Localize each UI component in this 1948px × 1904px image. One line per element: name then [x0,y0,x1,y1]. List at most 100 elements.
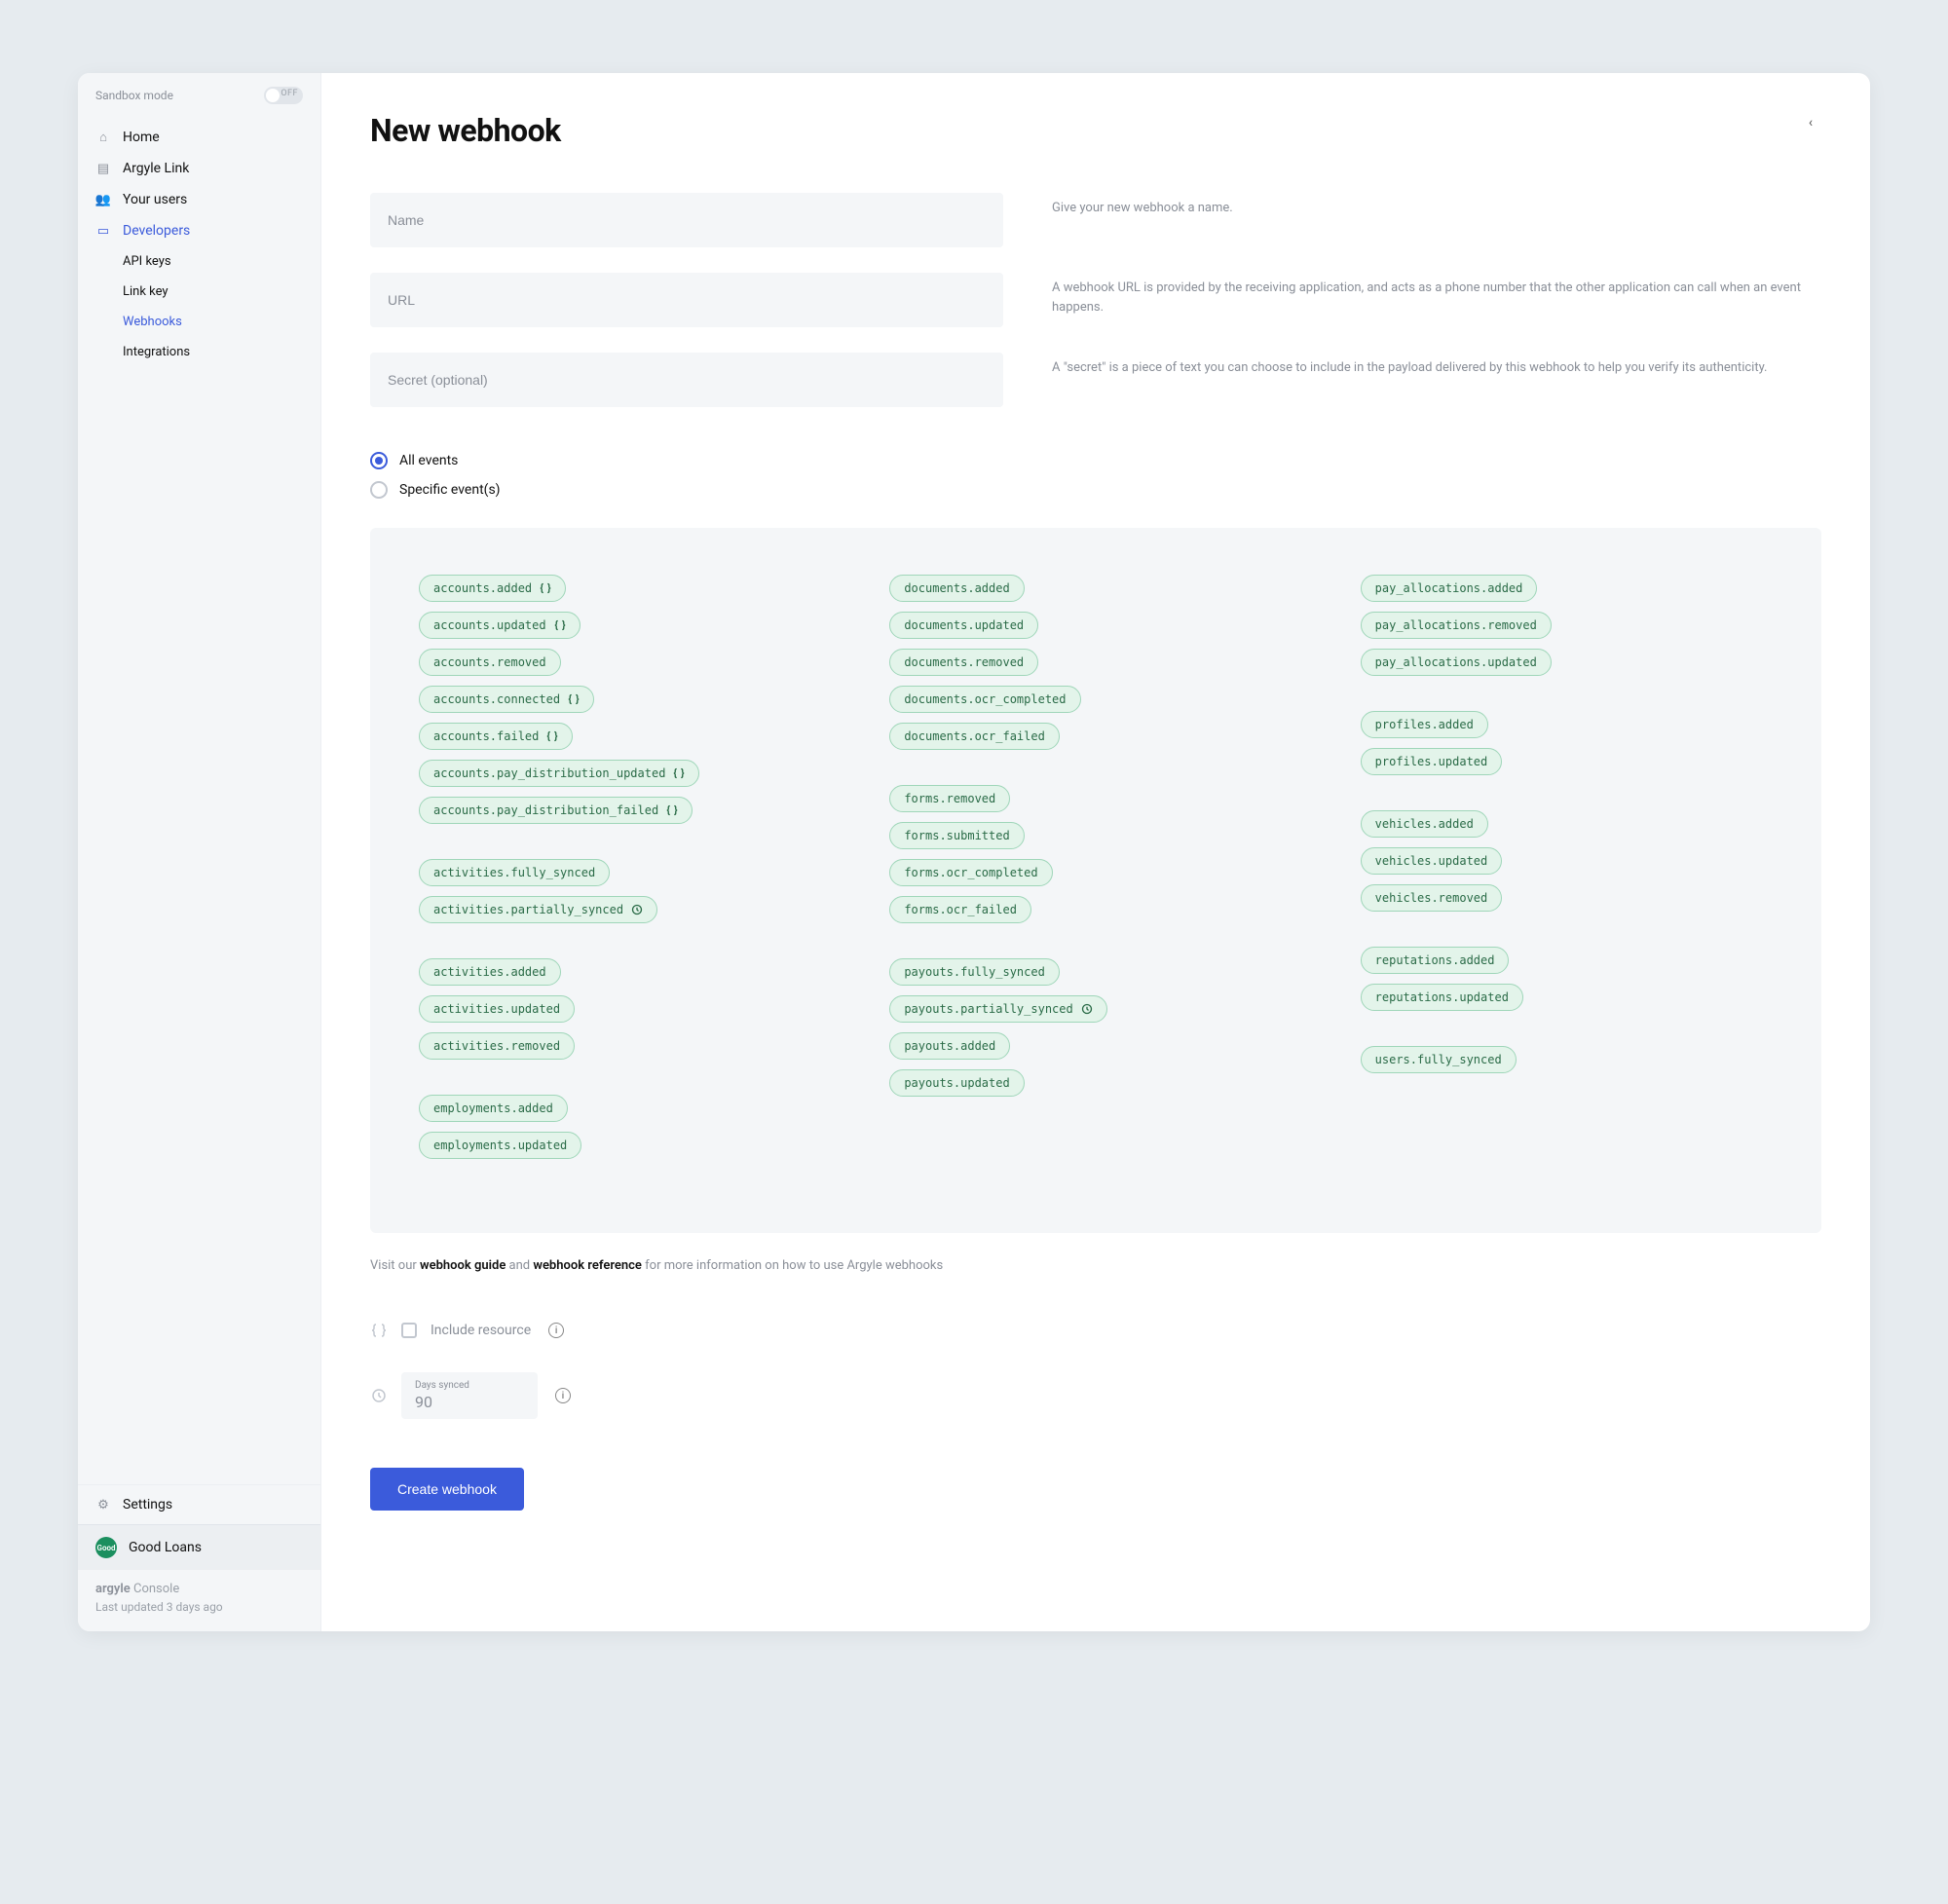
event-chip[interactable]: accounts.removed [419,649,561,676]
event-chip[interactable]: reputations.updated [1361,984,1523,1011]
chip-label: pay_allocations.updated [1375,655,1537,669]
nav-home[interactable]: ⌂ Home [78,122,320,153]
subnav-integrations[interactable]: Integrations [123,337,320,367]
event-chip[interactable]: payouts.fully_synced [889,958,1060,986]
event-chip[interactable]: payouts.partially_synced [889,995,1106,1023]
event-chip[interactable]: forms.submitted [889,822,1024,849]
subnav-api-keys[interactable]: API keys [123,246,320,277]
event-chip[interactable]: vehicles.removed [1361,884,1503,912]
events-panel: accounts.added accounts.updated accounts.r… [370,528,1821,1233]
chip-label: pay_allocations.removed [1375,618,1537,632]
event-chip[interactable]: documents.ocr_completed [889,686,1080,713]
clock-icon [1081,1003,1093,1015]
event-chip[interactable]: forms.ocr_completed [889,859,1052,886]
secret-input[interactable] [370,353,1003,407]
nav-label: Your users [123,192,187,207]
info-icon[interactable]: i [555,1388,571,1403]
chip-label: documents.updated [904,618,1024,632]
event-chip[interactable]: users.fully_synced [1361,1046,1517,1073]
braces-icon [666,804,678,816]
event-group-accounts: accounts.added accounts.updated accounts.r… [419,575,831,834]
nav-developers[interactable]: ▭ Developers [78,215,320,246]
event-chip[interactable]: activities.partially_synced [419,896,657,923]
event-chip[interactable]: profiles.updated [1361,748,1503,775]
name-help: Give your new webhook a name. [1052,193,1821,218]
event-chip[interactable]: accounts.failed [419,723,573,750]
chip-label: reputations.updated [1375,990,1509,1004]
days-synced-label: Days synced [415,1380,524,1391]
app-frame: Sandbox mode OFF ⌂ Home ▤ Argyle Link 👥 … [78,73,1870,1631]
subnav-webhooks[interactable]: Webhooks [123,307,320,337]
braces-icon [370,1322,388,1339]
event-chip[interactable]: vehicles.updated [1361,847,1503,875]
sandbox-toggle[interactable]: OFF [264,87,303,104]
page-title: New webhook [370,112,1821,149]
chip-label: accounts.added [433,581,532,595]
link-icon: ▤ [95,161,111,176]
clock-icon [631,904,643,915]
event-chip[interactable]: employments.updated [419,1132,581,1159]
webhook-reference-link[interactable]: webhook reference [533,1258,642,1273]
event-chip[interactable]: profiles.added [1361,711,1488,738]
event-chip[interactable]: documents.removed [889,649,1038,676]
chip-label: payouts.added [904,1039,995,1053]
days-synced-row: Days synced 90 i [370,1372,1821,1419]
nav-argyle-link[interactable]: ▤ Argyle Link [78,153,320,184]
guide-suffix: for more information on how to use Argyl… [642,1258,943,1273]
nav-your-users[interactable]: 👥 Your users [78,184,320,215]
event-chip[interactable]: forms.removed [889,785,1010,812]
event-chip[interactable]: pay_allocations.added [1361,575,1538,602]
radio-specific-events[interactable]: Specific event(s) [370,475,1821,504]
chip-label: forms.submitted [904,829,1009,842]
event-group-reputations: reputations.added reputations.updated [1361,947,1773,1021]
event-chip[interactable]: accounts.updated [419,612,581,639]
event-chip[interactable]: activities.removed [419,1032,575,1060]
event-group-documents: documents.added documents.updated document… [889,575,1301,760]
event-chip[interactable]: accounts.added [419,575,566,602]
event-chip[interactable]: activities.added [419,958,561,986]
event-chip[interactable]: documents.updated [889,612,1038,639]
event-group-vehicles: vehicles.added vehicles.updated vehicles.r… [1361,810,1773,921]
chip-label: documents.removed [904,655,1024,669]
event-chip[interactable]: reputations.added [1361,947,1510,974]
sidebar-footer: argyle Console Last updated 3 days ago [78,1570,320,1631]
footer-brand: argyle Console [95,1582,303,1596]
event-chip[interactable]: payouts.updated [889,1069,1024,1097]
sidebar-org[interactable]: Good Good Loans [78,1524,320,1570]
event-chip[interactable]: documents.ocr_failed [889,723,1060,750]
chip-label: forms.ocr_completed [904,866,1037,879]
event-chip[interactable]: accounts.pay_distribution_updated [419,760,699,787]
days-synced-input[interactable]: Days synced 90 [401,1372,538,1419]
sidebar: Sandbox mode OFF ⌂ Home ▤ Argyle Link 👥 … [78,73,321,1631]
event-chip[interactable]: accounts.connected [419,686,594,713]
event-chip[interactable]: accounts.pay_distribution_failed [419,797,693,824]
event-chip[interactable]: vehicles.added [1361,810,1488,838]
event-chip[interactable]: activities.fully_synced [419,859,610,886]
chip-label: reputations.added [1375,953,1495,967]
toggle-text: OFF [281,89,298,98]
info-icon[interactable]: i [548,1323,564,1338]
radio-all-events[interactable]: All events [370,446,1821,475]
event-chip[interactable]: pay_allocations.updated [1361,649,1552,676]
event-chip[interactable]: payouts.added [889,1032,1010,1060]
event-chip[interactable]: employments.added [419,1095,568,1122]
event-group-activities-sync: activities.fully_synced activities.partia… [419,859,831,933]
event-group-employments: employments.added employments.updated [419,1095,831,1169]
event-group-pay_allocations: pay_allocations.added pay_allocations.rem… [1361,575,1773,686]
include-resource-row: Include resource i [370,1322,1821,1339]
sidebar-settings[interactable]: ⚙ Settings [78,1484,320,1524]
webhook-guide-link[interactable]: webhook guide [420,1258,506,1273]
url-input[interactable] [370,273,1003,327]
event-chip[interactable]: documents.added [889,575,1024,602]
back-button[interactable]: ‹ [1800,112,1821,133]
event-chip[interactable]: forms.ocr_failed [889,896,1031,923]
subnav-link-key[interactable]: Link key [123,277,320,307]
event-chip[interactable]: activities.updated [419,995,575,1023]
create-webhook-button[interactable]: Create webhook [370,1468,524,1511]
sandbox-label: Sandbox mode [95,89,173,102]
include-resource-checkbox[interactable] [401,1323,417,1338]
name-input[interactable] [370,193,1003,247]
days-synced-value: 90 [415,1393,524,1411]
chip-label: vehicles.updated [1375,854,1488,868]
event-chip[interactable]: pay_allocations.removed [1361,612,1552,639]
